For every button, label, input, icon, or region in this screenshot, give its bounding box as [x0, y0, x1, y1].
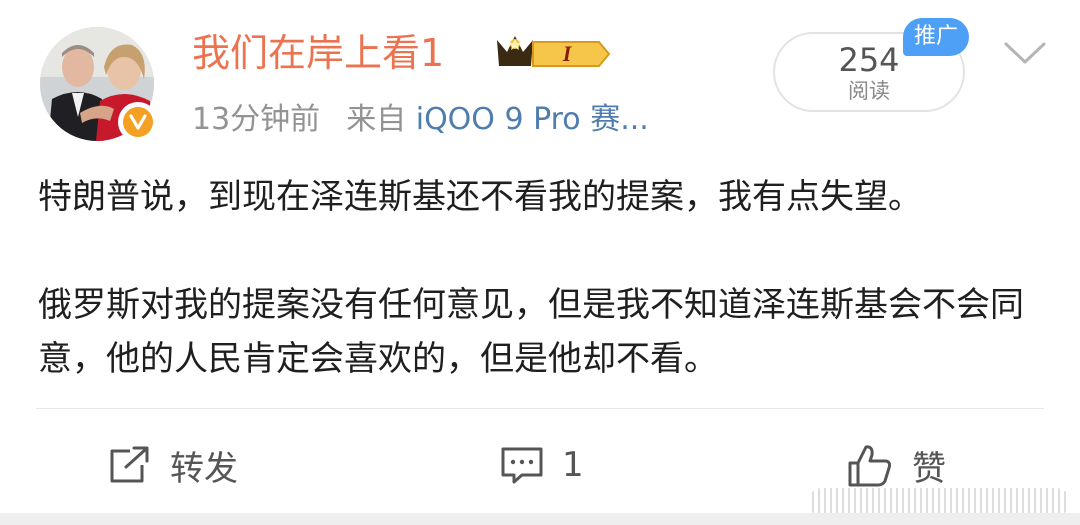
post-paragraph: 俄罗斯对我的提案没有任何意见，但是我不知道泽连斯基会不会同意，他的人民肯定会喜欢… — [38, 285, 1024, 379]
comment-button[interactable]: 1 — [500, 440, 584, 490]
chevron-down-icon[interactable] — [1002, 38, 1048, 68]
repost-icon — [110, 446, 149, 483]
bottom-strip — [0, 513, 1080, 525]
like-button[interactable]: 赞 — [846, 440, 946, 490]
comment-icon — [501, 447, 543, 484]
post-meta: 13分钟前 来自 iQOO 9 Pro 赛... — [192, 100, 649, 140]
rank-badge-text: I — [562, 41, 573, 66]
watermark-overlay — [808, 488, 1070, 516]
like-icon — [848, 445, 892, 487]
comment-count: 1 — [562, 445, 584, 485]
like-label: 赞 — [912, 448, 946, 489]
repost-label: 转发 — [170, 448, 238, 489]
reads-label: 阅读 — [848, 79, 890, 103]
member-rank-badge-icon[interactable]: I — [493, 30, 611, 76]
post-content: 特朗普说，到现在泽连斯基还不看我的提案，我有点失望。 俄罗斯对我的提案没有任何意… — [38, 170, 1048, 386]
source-device-link[interactable]: iQOO 9 Pro 赛... — [416, 102, 649, 137]
post-paragraph: 特朗普说，到现在泽连斯基还不看我的提案，我有点失望。 — [38, 177, 922, 217]
author-name[interactable]: 我们在岸上看1 — [192, 30, 444, 76]
divider — [36, 408, 1044, 409]
post-time: 13分钟前 — [192, 102, 321, 137]
verified-badge — [118, 102, 158, 142]
v-verified-icon — [129, 114, 147, 130]
repost-button[interactable]: 转发 — [108, 440, 238, 490]
promo-badge[interactable]: 推广 — [903, 18, 969, 56]
source-prefix: 来自 — [346, 102, 407, 137]
